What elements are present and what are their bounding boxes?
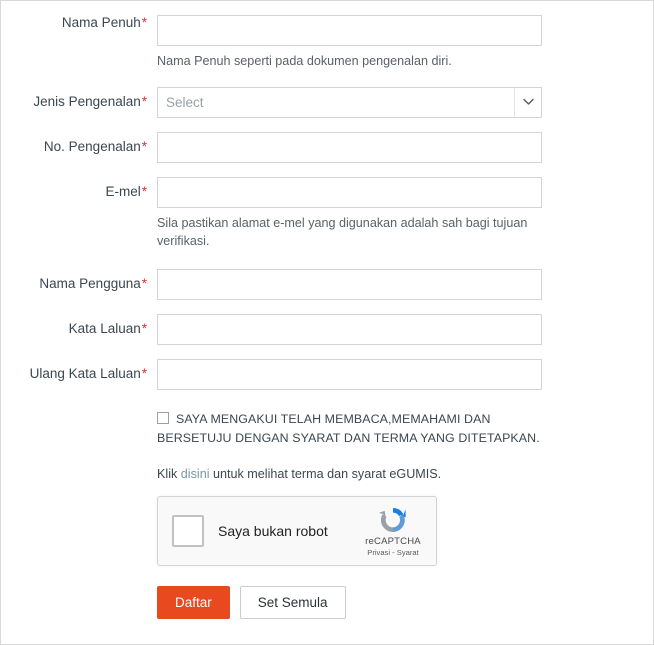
label-e-mel: E-mel*: [1, 177, 157, 200]
recaptcha-control: Saya bukan robot reCAPTCHA Privasi - Sya…: [157, 495, 653, 566]
label-text: E-mel: [105, 183, 141, 199]
field-row-e-mel: E-mel* Sila pastikan alamat e-mel yang d…: [1, 176, 653, 251]
label-ulang-kata-laluan: Ulang Kata Laluan*: [1, 359, 157, 382]
field-row-no-pengenalan: No. Pengenalan*: [1, 131, 653, 163]
label-text: Jenis Pengenalan: [33, 93, 141, 109]
label-text: Kata Laluan: [68, 320, 141, 336]
jenis-pengenalan-select[interactable]: Select: [157, 86, 542, 118]
recaptcha-label: Saya bukan robot: [218, 522, 328, 539]
registration-form: Nama Penuh* Nama Penuh seperti pada doku…: [1, 1, 653, 620]
button-control: Daftar Set Semula: [157, 585, 653, 620]
required-asterisk: *: [141, 93, 147, 109]
terms-agreement-checkbox[interactable]: [157, 411, 169, 424]
terms-link-line: Klik disini untuk melihat terma dan syar…: [157, 466, 542, 484]
terms-link-control: Klik disini untuk melihat terma dan syar…: [157, 466, 653, 484]
label-no-pengenalan: No. Pengenalan*: [1, 132, 157, 155]
field-row-nama-penuh: Nama Penuh* Nama Penuh seperti pada doku…: [1, 15, 653, 71]
registration-page: Nama Penuh* Nama Penuh seperti pada doku…: [0, 0, 654, 645]
field-row-ulang-kata-laluan: Ulang Kata Laluan*: [1, 358, 653, 390]
no-pengenalan-input[interactable]: [157, 131, 542, 163]
terms-text-line2: BERSETUJU DENGAN SYARAT DAN TERMA YANG D…: [157, 430, 540, 445]
label-text: Nama Penuh: [61, 15, 141, 30]
required-asterisk: *: [141, 138, 147, 154]
label-nama-penuh: Nama Penuh*: [1, 15, 157, 31]
terms-link-suffix: untuk melihat terma dan syarat eGUMIS.: [209, 467, 442, 482]
terms-agreement-block: SAYA MENGAKUI TELAH MEMBACA,MEMAHAMI DAN…: [157, 410, 653, 448]
control-ulang-kata-laluan: [157, 358, 653, 390]
field-row-nama-pengguna: Nama Pengguna*: [1, 268, 653, 300]
daftar-button[interactable]: Daftar: [157, 585, 230, 620]
recaptcha-branding: reCAPTCHA Privasi - Syarat: [356, 504, 436, 557]
help-nama-penuh: Nama Penuh seperti pada dokumen pengenal…: [157, 54, 452, 68]
recaptcha-logo-icon: [378, 508, 406, 533]
terms-agreement-row: SAYA MENGAKUI TELAH MEMBACA,MEMAHAMI DAN…: [1, 410, 653, 448]
select-selected-value: Select: [166, 94, 204, 110]
control-nama-penuh: Nama Penuh seperti pada dokumen pengenal…: [157, 15, 653, 71]
recaptcha-widget[interactable]: Saya bukan robot reCAPTCHA Privasi - Sya…: [157, 495, 437, 566]
buttons-container: Daftar Set Semula: [157, 585, 542, 620]
label-text: Nama Pengguna: [39, 275, 141, 291]
field-row-jenis-pengenalan: Jenis Pengenalan* Select: [1, 86, 653, 118]
kata-laluan-input[interactable]: [157, 313, 542, 345]
recaptcha-row: Saya bukan robot reCAPTCHA Privasi - Sya…: [1, 495, 653, 566]
control-no-pengenalan: [157, 131, 653, 163]
button-row: Daftar Set Semula: [1, 585, 653, 620]
label-text: Ulang Kata Laluan: [29, 365, 141, 381]
recaptcha-brand-text: reCAPTCHA: [365, 536, 421, 548]
help-e-mel: Sila pastikan alamat e-mel yang digunaka…: [157, 215, 528, 248]
required-asterisk: *: [141, 15, 147, 30]
nama-pengguna-input[interactable]: [157, 268, 542, 300]
required-asterisk: *: [141, 365, 147, 381]
control-jenis-pengenalan: Select: [157, 86, 653, 118]
required-asterisk: *: [141, 183, 147, 199]
label-text: No. Pengenalan: [43, 138, 141, 154]
terms-text-line1: SAYA MENGAKUI TELAH MEMBACA,MEMAHAMI DAN: [176, 411, 491, 426]
chevron-down-icon[interactable]: [515, 98, 541, 106]
ulang-kata-laluan-input[interactable]: [157, 358, 542, 390]
terms-label-spacer: [1, 410, 157, 448]
terms-link-prefix: Klik: [157, 467, 181, 482]
recaptcha-legal-text: Privasi - Syarat: [367, 548, 419, 558]
field-row-kata-laluan: Kata Laluan*: [1, 313, 653, 345]
set-semula-button[interactable]: Set Semula: [239, 585, 346, 620]
nama-penuh-input[interactable]: [157, 15, 542, 46]
control-e-mel: Sila pastikan alamat e-mel yang digunaka…: [157, 176, 653, 251]
label-jenis-pengenalan: Jenis Pengenalan*: [1, 87, 157, 110]
control-kata-laluan: [157, 313, 653, 345]
label-kata-laluan: Kata Laluan*: [1, 314, 157, 337]
recaptcha-checkbox[interactable]: [172, 514, 204, 547]
e-mel-input[interactable]: [157, 176, 542, 208]
control-nama-pengguna: [157, 268, 653, 300]
label-nama-pengguna: Nama Pengguna*: [1, 269, 157, 292]
terms-link[interactable]: disini: [181, 467, 210, 481]
required-asterisk: *: [141, 320, 147, 336]
terms-link-row: Klik disini untuk melihat terma dan syar…: [1, 466, 653, 484]
required-asterisk: *: [141, 275, 147, 291]
